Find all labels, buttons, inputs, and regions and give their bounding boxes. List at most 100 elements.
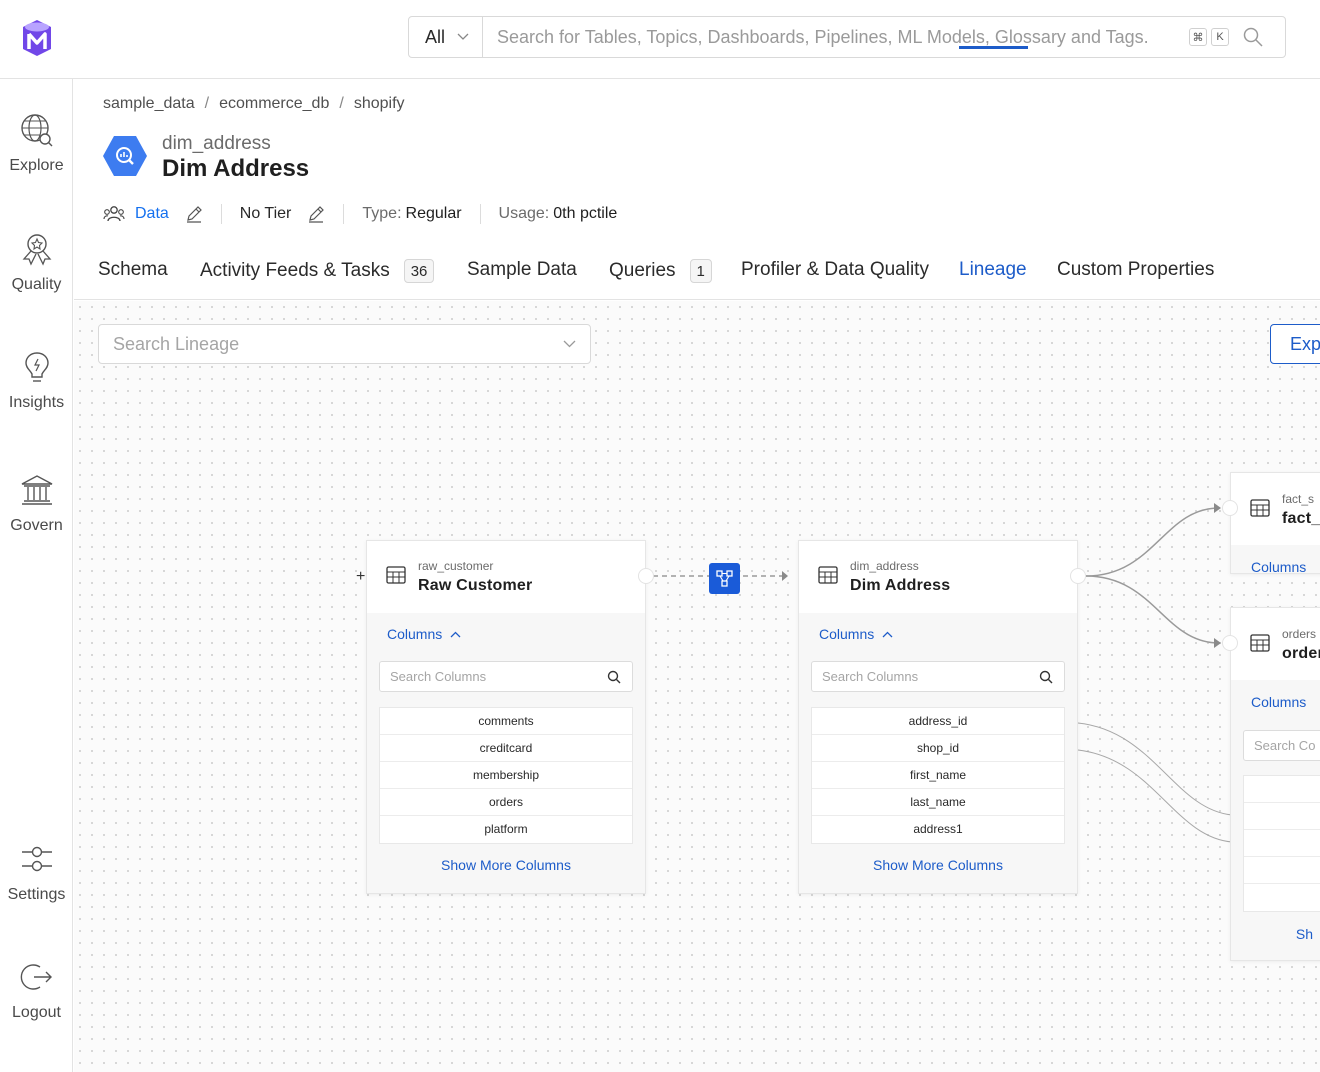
sidebar-item-insights[interactable]: Insights <box>0 350 73 412</box>
expand-upstream-button[interactable]: + <box>356 568 365 586</box>
tab-count-badge: 1 <box>689 259 712 283</box>
column-row[interactable] <box>1244 776 1320 803</box>
usage-value: 0th pctile <box>553 205 618 222</box>
shortcut-cmd-key: ⌘ <box>1189 28 1207 46</box>
column-row[interactable] <box>1244 830 1320 857</box>
node-fqn: dim_address <box>850 559 919 573</box>
expand-all-button[interactable]: Exp <box>1270 324 1320 364</box>
tab-label: Sample Data <box>467 259 577 280</box>
lineage-node-dim-address[interactable]: dim_address Dim Address Columns Search C… <box>798 540 1078 894</box>
column-row[interactable]: last_name <box>812 789 1064 816</box>
columns-toggle[interactable]: Columns <box>1251 559 1306 575</box>
lineage-node-fact[interactable]: fact_s fact_ Columns <box>1230 472 1320 575</box>
sidebar-item-quality[interactable]: Quality <box>0 232 73 294</box>
sidebar-item-settings[interactable]: Settings <box>0 842 73 904</box>
show-more-columns-link[interactable]: Show More Columns <box>367 857 645 873</box>
column-row[interactable]: first_name <box>812 762 1064 789</box>
tab-custom-properties[interactable]: Custom Properties <box>1057 259 1214 281</box>
app-logo[interactable] <box>20 18 54 58</box>
column-list: address_id shop_id first_name last_name … <box>811 707 1065 844</box>
show-more-columns-link[interactable]: Show More Columns <box>799 857 1077 873</box>
global-search-input[interactable]: Search for Tables, Topics, Dashboards, P… <box>483 27 1185 48</box>
lineage-node-raw-customer[interactable]: + raw_customer Raw Customer Columns Sear… <box>356 540 646 894</box>
usage-label: Usage: <box>498 205 550 222</box>
column-search-placeholder: Search Co <box>1254 738 1316 753</box>
sidebar-item-label: Insights <box>8 394 65 411</box>
columns-toggle-label: Columns <box>1251 559 1307 575</box>
edit-owner-icon[interactable] <box>185 205 203 223</box>
tab-label: Profiler & Data Quality <box>741 259 929 280</box>
tab-label: Lineage <box>959 259 1027 280</box>
tab-label: Activity Feeds & Tasks <box>200 260 390 281</box>
meta-divider <box>220 204 222 224</box>
node-header <box>1231 608 1320 680</box>
users-icon <box>103 206 125 222</box>
column-row[interactable]: comments <box>380 708 632 735</box>
lineage-search-input[interactable]: Search Lineage <box>98 324 591 364</box>
column-search-input[interactable]: Search Columns <box>811 661 1065 692</box>
columns-toggle[interactable]: Columns <box>1251 694 1306 710</box>
column-search-input[interactable]: Search Columns <box>379 661 633 692</box>
tab-activity-feeds[interactable]: Activity Feeds & Tasks 36 <box>200 259 435 283</box>
page-title: Dim Address <box>162 155 310 182</box>
meta-divider <box>479 204 481 224</box>
edge-pipeline-button[interactable] <box>709 563 740 594</box>
sidebar-item-label: Logout <box>12 1004 61 1021</box>
node-title: fact_ <box>1282 510 1320 527</box>
table-icon <box>386 566 406 584</box>
node-title: order <box>1282 645 1320 662</box>
column-row[interactable]: creditcard <box>380 735 632 762</box>
breadcrumb-link[interactable]: shopify <box>354 95 405 113</box>
breadcrumb-separator: / <box>339 95 344 112</box>
owner-link[interactable]: Data <box>135 205 169 223</box>
type-value: Regular <box>405 205 462 222</box>
columns-toggle[interactable]: Columns <box>387 626 461 642</box>
column-search-input[interactable]: Search Co <box>1243 730 1320 761</box>
column-row[interactable] <box>1244 857 1320 884</box>
breadcrumb-link[interactable]: sample_data <box>103 95 195 113</box>
tab-profiler[interactable]: Profiler & Data Quality <box>741 259 929 281</box>
node-handle[interactable] <box>1222 500 1238 516</box>
breadcrumb-link[interactable]: ecommerce_db <box>219 95 329 113</box>
search-scope-select[interactable]: All <box>409 17 483 57</box>
column-row[interactable]: cr <box>1244 884 1320 911</box>
chevron-up-icon <box>882 631 893 637</box>
bank-icon <box>21 475 52 505</box>
column-row[interactable]: membership <box>380 762 632 789</box>
lineage-node-orders[interactable]: orders order Columns Search Co cr Sh <box>1230 607 1320 961</box>
tab-sample-data[interactable]: Sample Data <box>467 259 577 281</box>
column-row[interactable]: platform <box>380 816 632 843</box>
node-handle[interactable] <box>638 568 654 584</box>
edit-tier-icon[interactable] <box>307 205 325 223</box>
lightbulb-icon <box>24 352 49 382</box>
sidebar-item-logout[interactable]: Logout <box>0 960 73 1022</box>
entity-name: dim_address <box>162 133 271 154</box>
search-icon <box>607 670 621 684</box>
column-row[interactable]: address_id <box>812 708 1064 735</box>
column-row[interactable]: address1 <box>812 816 1064 843</box>
search-icon[interactable] <box>1243 27 1263 47</box>
chevron-up-icon <box>450 631 461 637</box>
sidebar-item-govern[interactable]: Govern <box>0 473 73 535</box>
column-row[interactable] <box>1244 803 1320 830</box>
tab-lineage[interactable]: Lineage <box>959 259 1027 281</box>
lineage-canvas[interactable]: Search Lineage Exp + raw_customer Raw Cu… <box>74 301 1320 1072</box>
type-label: Type: <box>362 205 402 222</box>
top-bar: All Search for Tables, Topics, Dashboard… <box>0 0 1320 79</box>
columns-toggle[interactable]: Columns <box>819 626 893 642</box>
sidebar-item-explore[interactable]: Explore <box>0 113 73 175</box>
node-header <box>1231 473 1320 545</box>
node-handle[interactable] <box>1070 568 1086 584</box>
table-icon <box>1250 499 1270 517</box>
tab-schema[interactable]: Schema <box>98 259 168 281</box>
entity-meta-bar: Data No Tier Type: Regular Usage: 0th pc… <box>103 201 617 227</box>
globe-search-icon <box>20 114 52 147</box>
node-handle[interactable] <box>1222 635 1238 651</box>
column-row[interactable]: shop_id <box>812 735 1064 762</box>
node-fqn: fact_s <box>1282 492 1315 506</box>
node-title: Dim Address <box>850 577 951 594</box>
column-row[interactable]: orders <box>380 789 632 816</box>
show-more-columns-link[interactable]: Sh <box>1231 926 1320 942</box>
sidebar-item-label: Quality <box>11 276 62 293</box>
tab-queries[interactable]: Queries 1 <box>609 259 712 283</box>
